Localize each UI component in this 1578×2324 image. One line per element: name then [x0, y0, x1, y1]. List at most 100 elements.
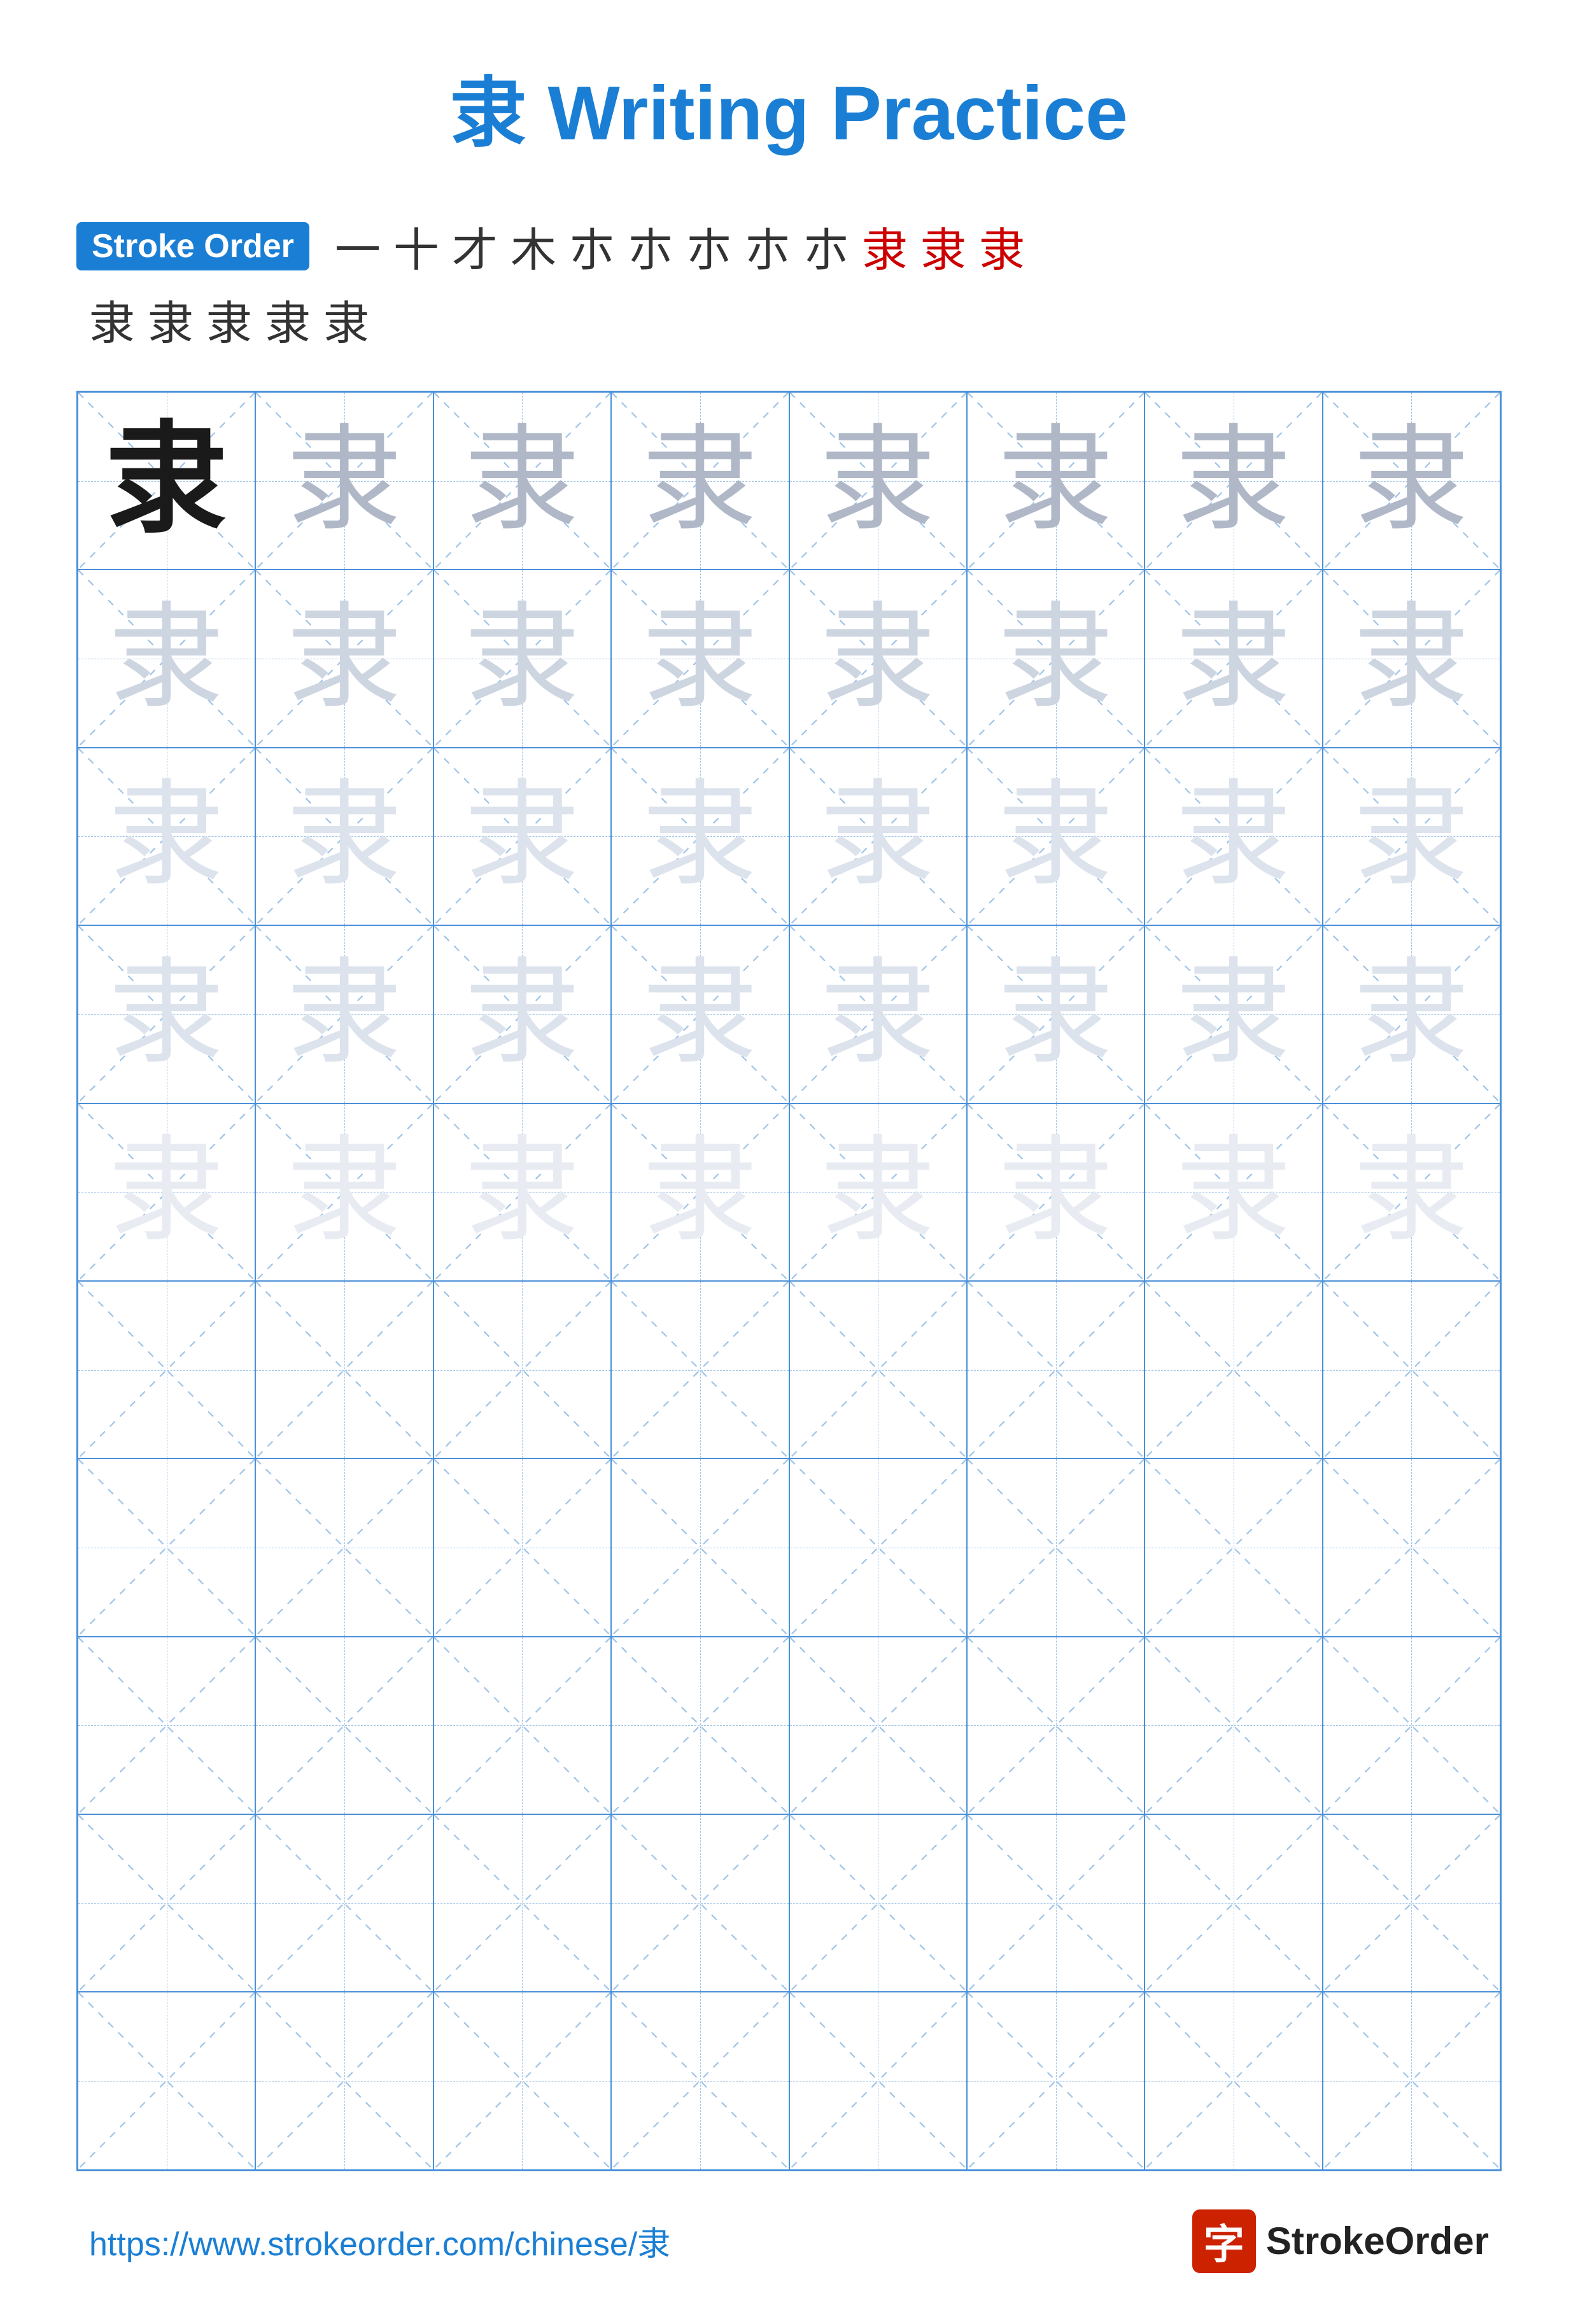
grid-cell-9-7[interactable] — [1145, 1814, 1322, 1992]
grid-cell-1-8[interactable]: 隶 — [1323, 392, 1500, 570]
grid-cell-6-3[interactable] — [433, 1281, 611, 1459]
grid-cell-8-5[interactable] — [789, 1637, 967, 1814]
practice-char-guide: 隶 — [643, 957, 757, 1072]
grid-cell-1-4[interactable]: 隶 — [611, 392, 789, 570]
grid-cell-9-2[interactable] — [255, 1814, 433, 1992]
stroke-9: 朩 — [803, 213, 849, 279]
stroke-15: 隶 — [206, 286, 252, 353]
grid-cell-3-1[interactable]: 隶 — [78, 748, 255, 925]
grid-cell-9-6[interactable] — [967, 1814, 1145, 1992]
grid-cell-4-4[interactable]: 隶 — [611, 925, 789, 1103]
stroke-1: 一 — [335, 213, 381, 279]
grid-cell-2-5[interactable]: 隶 — [789, 570, 967, 747]
grid-cell-5-3[interactable]: 隶 — [433, 1103, 611, 1281]
grid-cell-3-2[interactable]: 隶 — [255, 748, 433, 925]
grid-cell-10-7[interactable] — [1145, 1992, 1322, 2169]
grid-cell-7-7[interactable] — [1145, 1459, 1322, 1636]
grid-cell-5-6[interactable]: 隶 — [967, 1103, 1145, 1281]
stroke-16: 隶 — [265, 286, 311, 353]
grid-cell-6-7[interactable] — [1145, 1281, 1322, 1459]
grid-cell-9-3[interactable] — [433, 1814, 611, 1992]
grid-cell-10-6[interactable] — [967, 1992, 1145, 2169]
grid-cell-3-3[interactable]: 隶 — [433, 748, 611, 925]
grid-cell-1-3[interactable]: 隶 — [433, 392, 611, 570]
grid-cell-4-3[interactable]: 隶 — [433, 925, 611, 1103]
grid-cell-9-5[interactable] — [789, 1814, 967, 1992]
practice-char-guide: 隶 — [999, 957, 1113, 1072]
practice-char-guide: 隶 — [999, 601, 1113, 716]
grid-cell-8-3[interactable] — [433, 1637, 611, 1814]
grid-cell-7-3[interactable] — [433, 1459, 611, 1636]
grid-cell-2-8[interactable]: 隶 — [1323, 570, 1500, 747]
grid-cell-3-4[interactable]: 隶 — [611, 748, 789, 925]
grid-row-4: 隶 隶 隶 隶 隶 隶 隶 — [78, 925, 1500, 1103]
grid-cell-6-1[interactable] — [78, 1281, 255, 1459]
grid-cell-8-6[interactable] — [967, 1637, 1145, 1814]
grid-cell-10-5[interactable] — [789, 1992, 967, 2169]
grid-cell-9-1[interactable] — [78, 1814, 255, 1992]
grid-cell-2-2[interactable]: 隶 — [255, 570, 433, 747]
grid-cell-7-6[interactable] — [967, 1459, 1145, 1636]
grid-cell-4-5[interactable]: 隶 — [789, 925, 967, 1103]
grid-cell-2-4[interactable]: 隶 — [611, 570, 789, 747]
grid-cell-7-2[interactable] — [255, 1459, 433, 1636]
grid-cell-5-1[interactable]: 隶 — [78, 1103, 255, 1281]
practice-char-guide: 隶 — [1354, 601, 1469, 716]
grid-cell-9-4[interactable] — [611, 1814, 789, 1992]
grid-cell-10-2[interactable] — [255, 1992, 433, 2169]
grid-cell-6-6[interactable] — [967, 1281, 1145, 1459]
grid-cell-8-4[interactable] — [611, 1637, 789, 1814]
grid-cell-5-8[interactable]: 隶 — [1323, 1103, 1500, 1281]
grid-cell-3-6[interactable]: 隶 — [967, 748, 1145, 925]
grid-cell-1-2[interactable]: 隶 — [255, 392, 433, 570]
stroke-sequence-row2: 隶 隶 隶 隶 隶 — [83, 286, 376, 353]
practice-char-guide: 隶 — [287, 1135, 402, 1249]
grid-cell-1-7[interactable]: 隶 — [1145, 392, 1322, 570]
grid-cell-4-8[interactable]: 隶 — [1323, 925, 1500, 1103]
grid-cell-8-8[interactable] — [1323, 1637, 1500, 1814]
grid-cell-5-7[interactable]: 隶 — [1145, 1103, 1322, 1281]
grid-row-1: 隶 隶 隶 隶 隶 隶 隶 — [78, 392, 1500, 570]
grid-cell-7-4[interactable] — [611, 1459, 789, 1636]
grid-cell-5-2[interactable]: 隶 — [255, 1103, 433, 1281]
grid-cell-7-1[interactable] — [78, 1459, 255, 1636]
grid-cell-7-5[interactable] — [789, 1459, 967, 1636]
grid-cell-2-7[interactable]: 隶 — [1145, 570, 1322, 747]
grid-cell-2-6[interactable]: 隶 — [967, 570, 1145, 747]
grid-cell-6-2[interactable] — [255, 1281, 433, 1459]
grid-cell-2-1[interactable]: 隶 — [78, 570, 255, 747]
stroke-8: 朩 — [745, 213, 791, 279]
grid-cell-2-3[interactable]: 隶 — [433, 570, 611, 747]
grid-cell-1-5[interactable]: 隶 — [789, 392, 967, 570]
grid-cell-3-8[interactable]: 隶 — [1323, 748, 1500, 925]
footer-url[interactable]: https://www.strokeorder.com/chinese/隶 — [89, 2217, 670, 2265]
grid-cell-1-6[interactable]: 隶 — [967, 392, 1145, 570]
grid-cell-10-8[interactable] — [1323, 1992, 1500, 2169]
grid-cell-4-7[interactable]: 隶 — [1145, 925, 1322, 1103]
grid-cell-6-4[interactable] — [611, 1281, 789, 1459]
grid-cell-6-8[interactable] — [1323, 1281, 1500, 1459]
grid-cell-1-1[interactable]: 隶 — [78, 392, 255, 570]
practice-char-guide: 隶 — [999, 424, 1113, 538]
grid-cell-5-5[interactable]: 隶 — [789, 1103, 967, 1281]
grid-cell-10-1[interactable] — [78, 1992, 255, 2169]
grid-cell-4-6[interactable]: 隶 — [967, 925, 1145, 1103]
grid-cell-10-4[interactable] — [611, 1992, 789, 2169]
grid-cell-8-2[interactable] — [255, 1637, 433, 1814]
grid-cell-8-1[interactable] — [78, 1637, 255, 1814]
grid-cell-10-3[interactable] — [433, 1992, 611, 2169]
grid-cell-3-5[interactable]: 隶 — [789, 748, 967, 925]
stroke-6: 朩 — [628, 213, 673, 279]
grid-cell-7-8[interactable] — [1323, 1459, 1500, 1636]
grid-cell-9-8[interactable] — [1323, 1814, 1500, 1992]
grid-cell-5-4[interactable]: 隶 — [611, 1103, 789, 1281]
grid-cell-3-7[interactable]: 隶 — [1145, 748, 1322, 925]
grid-cell-6-5[interactable] — [789, 1281, 967, 1459]
grid-cell-4-2[interactable]: 隶 — [255, 925, 433, 1103]
grid-cell-4-1[interactable]: 隶 — [78, 925, 255, 1103]
stroke-17: 隶 — [323, 286, 369, 353]
grid-cell-8-7[interactable] — [1145, 1637, 1322, 1814]
practice-char-guide: 隶 — [643, 601, 757, 716]
practice-char-guide: 隶 — [643, 1135, 757, 1249]
grid-row-3: 隶 隶 隶 隶 隶 隶 隶 — [78, 748, 1500, 925]
